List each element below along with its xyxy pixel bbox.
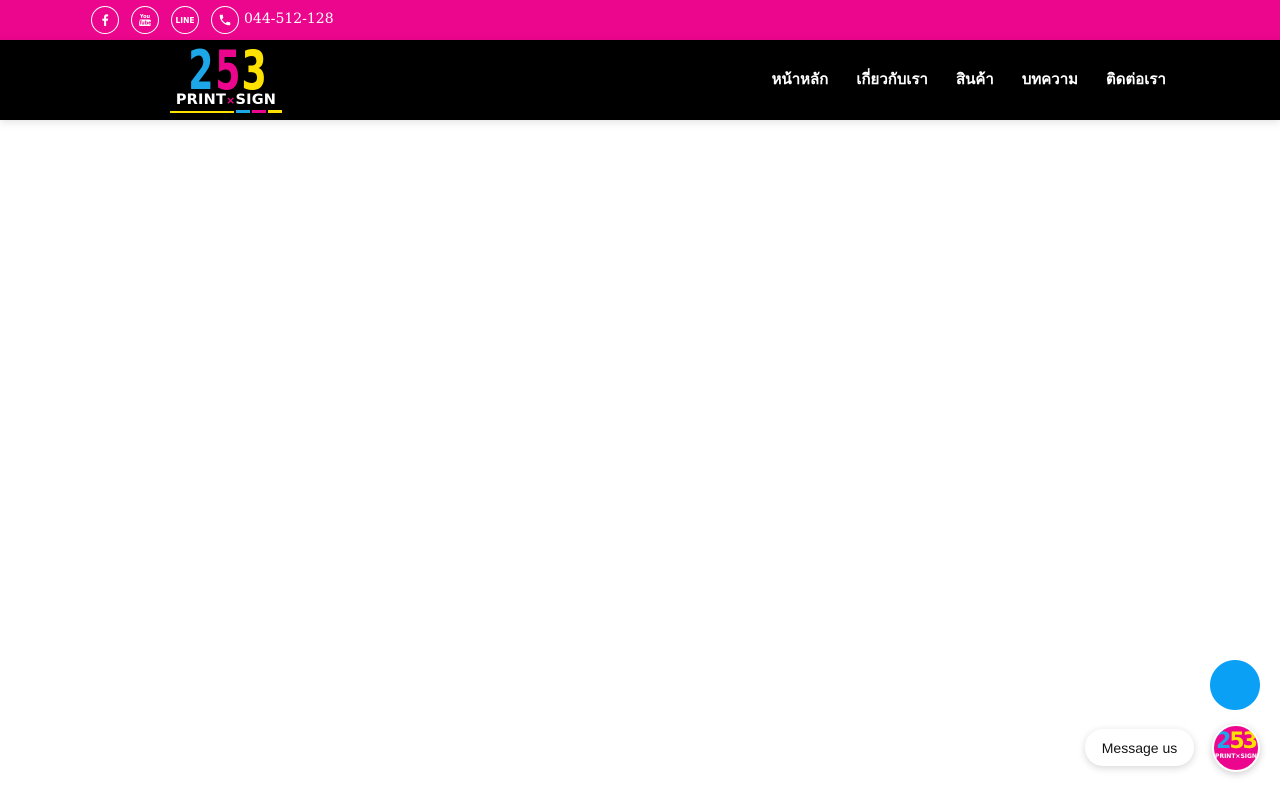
nav-item-home[interactable]: หน้าหลัก	[772, 68, 829, 90]
line-icon[interactable]: LINE	[171, 6, 199, 34]
nav-item-articles[interactable]: บทความ	[1022, 68, 1078, 90]
top-contact-bar: You Tube LINE 044-512-128	[0, 0, 1280, 40]
nav-item-products[interactable]: สินค้า	[956, 68, 994, 90]
avatar-wordmark: PRINT×SIGN	[1215, 753, 1257, 760]
phone-icon[interactable]	[211, 6, 239, 34]
main-menu: หน้าหลัก เกี่ยวกับเรา สินค้า บทความ ติดต…	[772, 68, 1166, 90]
logo-underline	[170, 111, 234, 113]
nav-item-about[interactable]: เกี่ยวกับเรา	[856, 68, 928, 90]
avatar-numerals: 253	[1216, 729, 1258, 754]
phone-number[interactable]: 044-512-128	[244, 10, 334, 28]
logo-tagline-marks	[236, 110, 282, 114]
floating-chat-button[interactable]	[1210, 660, 1260, 710]
logo-wordmark: PRINT×SIGN	[175, 92, 277, 108]
messenger-prompt[interactable]: Message us	[1085, 729, 1194, 766]
site-logo[interactable]: 253 PRINT×SIGN	[168, 41, 284, 117]
messenger-avatar[interactable]: 253 PRINT×SIGN	[1212, 724, 1260, 772]
main-navbar: 253 PRINT×SIGN หน้าหลัก เกี่ยวกับเรา สิน…	[0, 40, 1280, 120]
youtube-icon[interactable]: You Tube	[131, 6, 159, 34]
nav-item-contact[interactable]: ติดต่อเรา	[1106, 68, 1166, 90]
svg-text:You: You	[139, 14, 151, 20]
svg-text:LINE: LINE	[176, 16, 195, 25]
svg-text:Tube: Tube	[139, 21, 153, 27]
facebook-icon[interactable]	[91, 6, 119, 34]
